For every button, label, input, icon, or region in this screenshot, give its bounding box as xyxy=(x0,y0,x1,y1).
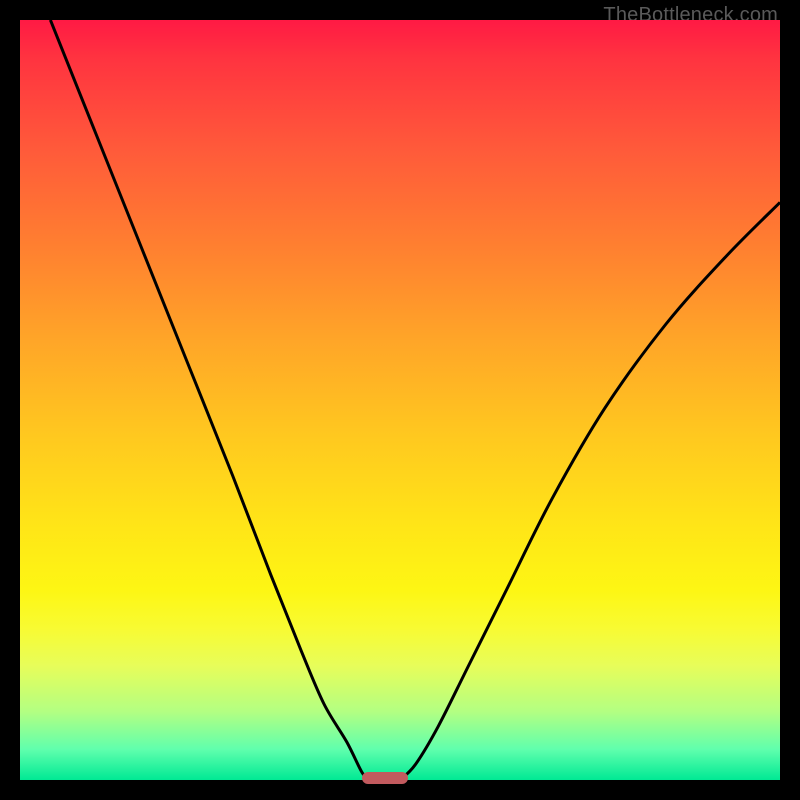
right-curve xyxy=(400,202,780,780)
bottleneck-marker xyxy=(362,772,408,784)
left-curve xyxy=(50,20,369,780)
bottleneck-chart: TheBottleneck.com xyxy=(0,0,800,800)
plot-area xyxy=(20,20,780,780)
curve-layer xyxy=(20,20,780,780)
